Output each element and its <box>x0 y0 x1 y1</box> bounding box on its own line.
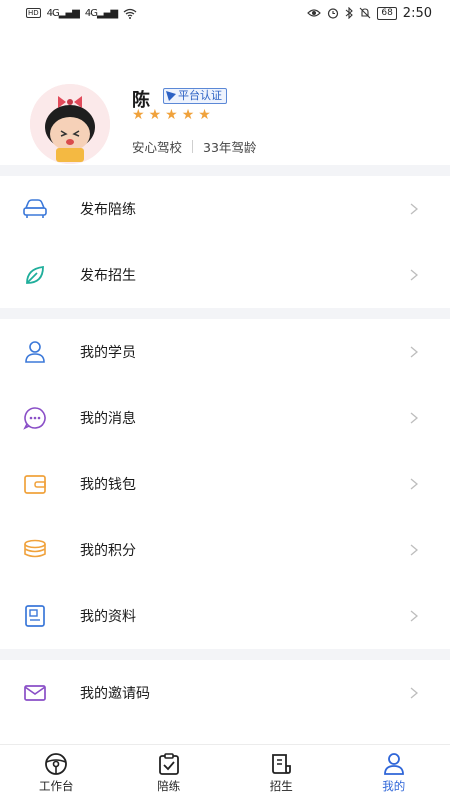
menu-item-my-invite-code[interactable]: 我的邀请码 <box>0 660 450 726</box>
eye-icon <box>307 9 322 17</box>
badge-label: 平台认证 <box>178 89 222 102</box>
tab-practice[interactable]: 陪练 <box>113 745 226 800</box>
section-divider <box>0 308 450 319</box>
status-time: 2:50 <box>402 5 432 21</box>
menu-item-publish-practice[interactable]: 发布陪练 <box>0 176 450 242</box>
menu-item-my-wallet[interactable]: 我的钱包 <box>0 451 450 517</box>
bottom-tab-bar: 工作台 陪练 招生 我的 <box>0 744 450 800</box>
menu-label: 发布招生 <box>80 268 136 284</box>
menu-label: 发布陪练 <box>80 202 136 218</box>
verified-badge: 平台认证 <box>163 88 227 104</box>
menu-label: 我的学员 <box>80 345 136 361</box>
star-icon: ★ <box>148 107 162 123</box>
star-icon: ★ <box>132 107 145 123</box>
menu-item-my-messages[interactable]: 我的消息 <box>0 385 450 451</box>
message-icon <box>21 404 49 432</box>
chevron-right-icon <box>408 269 420 281</box>
tab-mine[interactable]: 我的 <box>338 745 450 800</box>
star-icon: ★ <box>198 107 211 123</box>
status-left: HD 4G▂▄▆ 4G▂▄▆ <box>26 8 137 19</box>
menu-item-my-students[interactable]: 我的学员 <box>0 319 450 385</box>
star-icon: ★ <box>181 107 195 123</box>
section-divider <box>0 165 450 176</box>
chevron-right-icon <box>408 412 420 424</box>
hd-icon: HD <box>26 8 41 18</box>
document-icon <box>272 753 292 774</box>
student-icon <box>21 338 49 366</box>
profile-header: 陈 平台认证 ★ ★ ★ ★ ★ 安心驾校 33年驾龄 <box>0 70 450 165</box>
star-icon: ★ <box>165 107 178 123</box>
menu-item-my-profile[interactable]: 我的资料 <box>0 583 450 649</box>
steering-wheel-icon <box>45 752 68 775</box>
menu-label: 我的钱包 <box>80 477 136 493</box>
status-bar: HD 4G▂▄▆ 4G▂▄▆ 68 2:50 <box>0 0 450 26</box>
school-name: 安心驾校 <box>132 140 183 155</box>
tab-workbench[interactable]: 工作台 <box>0 745 113 800</box>
envelope-icon <box>21 679 49 707</box>
avatar[interactable] <box>30 84 110 164</box>
battery-icon: 68 <box>377 6 397 20</box>
section-divider <box>0 649 450 660</box>
chevron-right-icon <box>408 478 420 490</box>
wifi-icon <box>123 8 137 19</box>
flag-icon <box>166 91 176 101</box>
tab-label: 陪练 <box>157 778 181 793</box>
clipboard-check-icon <box>158 752 179 775</box>
driving-experience: 33年驾龄 <box>203 140 257 155</box>
menu-item-my-points[interactable]: 我的积分 <box>0 517 450 583</box>
tab-label: 招生 <box>269 778 293 793</box>
chevron-right-icon <box>408 544 420 556</box>
rating-stars: ★ ★ ★ ★ ★ <box>132 107 211 123</box>
signal-icon: 4G▂▄▆ <box>46 7 80 19</box>
chevron-right-icon <box>408 610 420 622</box>
menu-item-publish-enrollment[interactable]: 发布招生 <box>0 242 450 308</box>
chevron-right-icon <box>408 687 420 699</box>
profile-meta: 安心驾校 33年驾龄 <box>132 137 256 156</box>
user-icon <box>383 752 404 775</box>
avatar-image <box>30 84 110 164</box>
tab-label: 工作台 <box>39 778 74 793</box>
alarm-icon <box>328 8 339 19</box>
signal-icon-2: 4G▂▄▆ <box>84 7 118 19</box>
profile-card-icon <box>21 602 49 630</box>
chevron-right-icon <box>408 203 420 215</box>
leaf-icon <box>21 261 49 289</box>
bluetooth-icon <box>345 7 354 19</box>
tab-enrollment[interactable]: 招生 <box>225 745 338 800</box>
menu-label: 我的资料 <box>80 609 136 625</box>
chevron-right-icon <box>408 346 420 358</box>
menu-label: 我的消息 <box>80 411 136 427</box>
tab-label: 我的 <box>382 778 406 793</box>
status-right: 68 2:50 <box>307 6 432 21</box>
menu-label: 我的邀请码 <box>80 686 150 702</box>
divider <box>192 140 194 153</box>
mute-bell-icon <box>359 7 371 19</box>
wallet-icon <box>21 470 49 498</box>
menu-label: 我的积分 <box>80 543 136 559</box>
car-icon <box>21 195 49 223</box>
coins-icon <box>21 536 49 564</box>
